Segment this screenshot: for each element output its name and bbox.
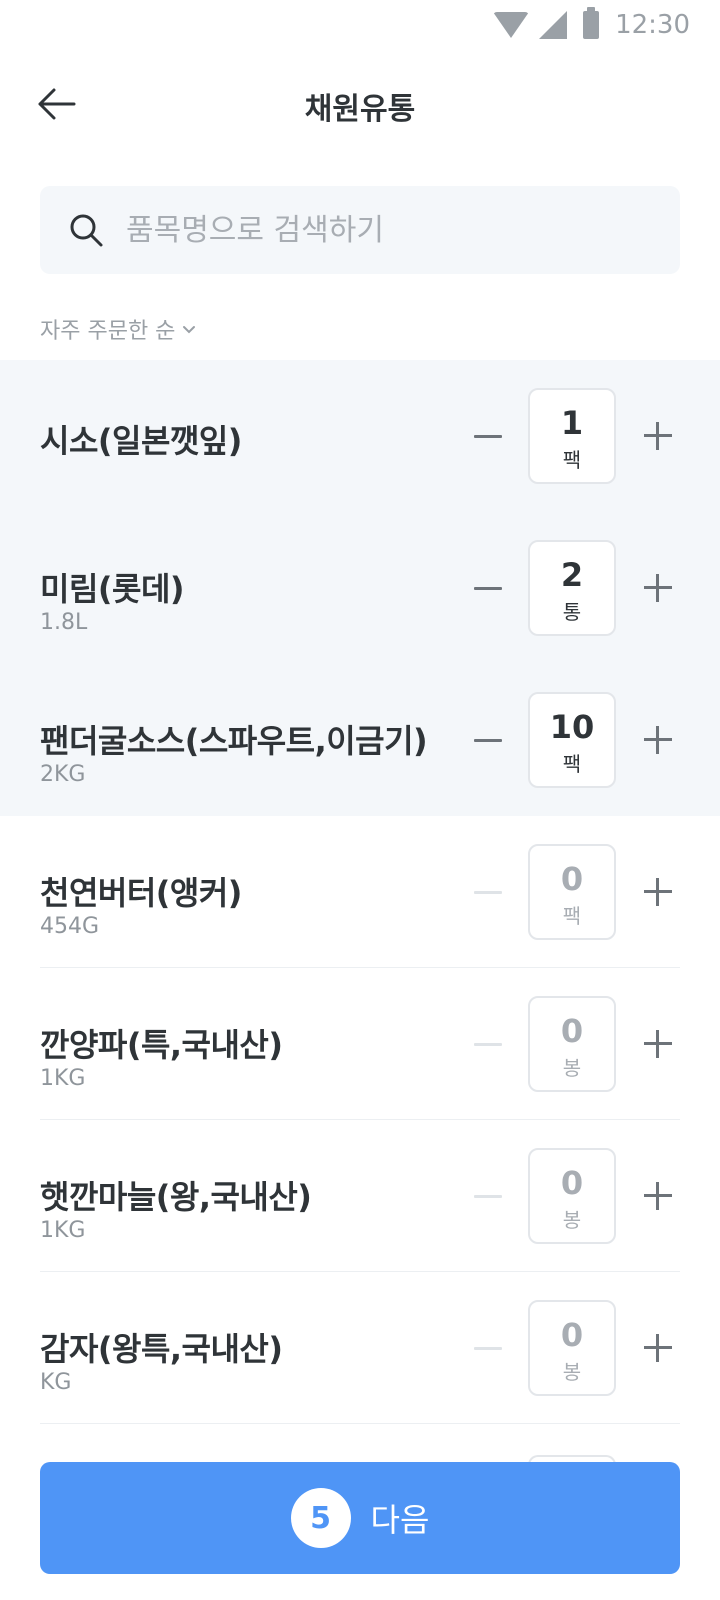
product-list: 시소(일본깻잎) 1 팩 미림(롯데) 1.8L 2 통 팬더굴소스(스파우트,… [0,360,720,1424]
selected-count-badge: 5 [290,1488,351,1548]
quantity-box[interactable]: 10 팩 [528,692,616,788]
list-item: 팬더굴소스(스파우트,이금기) 2KG 10 팩 [0,664,720,816]
list-item: 깐양파(특,국내산) 1KG 0 봉 [0,968,720,1120]
item-spec: 1KG [40,1218,86,1243]
item-spec: 1KG [40,1066,86,1091]
list-item: 미림(롯데) 1.8L 2 통 [0,512,720,664]
quantity-value: 0 [560,1012,584,1050]
item-name: 깐양파(특,국내산) [40,1026,283,1064]
increase-button[interactable] [640,1024,676,1064]
quantity-unit: 팩 [562,448,582,472]
item-name: 천연버터(앵커) [40,874,242,912]
search-icon [70,214,103,247]
list-item: 천연버터(앵커) 454G 0 팩 [0,816,720,968]
quantity-box[interactable]: 0 봉 [528,1148,616,1244]
increase-button[interactable] [640,568,676,608]
status-time: 12:30 [615,10,690,40]
quantity-box[interactable]: 2 통 [528,540,616,636]
increase-button[interactable] [640,416,676,456]
decrease-button[interactable] [470,1330,506,1366]
minus-icon [474,738,502,742]
item-spec: 454G [40,914,100,939]
increase-button[interactable] [640,1176,676,1216]
quantity-value: 1 [560,404,584,442]
item-spec: 1.8L [40,610,88,635]
status-bar: 12:30 [0,0,720,52]
decrease-button[interactable] [470,874,506,910]
quantity-unit: 봉 [562,1360,582,1384]
quantity-value: 2 [560,556,584,594]
quantity-value: 0 [560,1164,584,1202]
minus-icon [474,1042,502,1046]
increase-button[interactable] [640,720,676,760]
quantity-box[interactable]: 0 팩 [528,844,616,940]
quantity-unit: 통 [562,600,582,624]
item-name: 시소(일본깻잎) [40,422,242,460]
decrease-button[interactable] [470,1026,506,1062]
quantity-unit: 봉 [562,1208,582,1232]
next-button[interactable]: 5 다음 [40,1462,680,1574]
quantity-unit: 팩 [562,752,582,776]
chevron-down-icon [183,326,196,334]
quantity-unit: 봉 [562,1056,582,1080]
list-item: 시소(일본깻잎) 1 팩 [0,360,720,512]
item-name: 감자(왕특,국내산) [40,1330,283,1368]
header: 채원유통 [0,60,720,146]
minus-icon [474,586,502,590]
sort-dropdown[interactable]: 자주 주문한 순 [40,313,197,345]
increase-button[interactable] [640,1328,676,1368]
page-title: 채원유통 [304,92,416,127]
item-name: 팬더굴소스(스파우트,이금기) [40,722,428,760]
decrease-button[interactable] [470,570,506,606]
battery-icon [583,7,600,39]
quantity-value: 0 [560,1316,584,1354]
item-spec: 2KG [40,762,86,787]
search-bar[interactable] [40,186,680,274]
item-name: 햇깐마늘(왕,국내산) [40,1178,312,1216]
sort-label: 자주 주문한 순 [40,319,176,344]
minus-icon [474,1346,502,1350]
wifi-icon [493,12,530,38]
item-name: 미림(롯데) [40,570,185,608]
quantity-value: 0 [560,860,584,898]
quantity-box[interactable]: 0 봉 [528,996,616,1092]
quantity-box[interactable]: 1 팩 [528,388,616,484]
minus-icon [474,890,502,894]
minus-icon [474,434,502,438]
list-item: 감자(왕특,국내산) KG 0 봉 [0,1272,720,1424]
list-item: 햇깐마늘(왕,국내산) 1KG 0 봉 [0,1120,720,1272]
increase-button[interactable] [640,872,676,912]
quantity-box[interactable]: 0 봉 [528,1300,616,1396]
item-spec: KG [40,1370,72,1395]
decrease-button[interactable] [470,418,506,454]
quantity-value: 10 [549,708,595,746]
search-input[interactable] [126,212,646,248]
divider [40,1423,680,1424]
quantity-unit: 팩 [562,904,582,928]
minus-icon [474,1194,502,1198]
decrease-button[interactable] [470,1178,506,1214]
signal-icon [539,11,568,39]
next-button-label: 다음 [370,1501,430,1539]
decrease-button[interactable] [470,722,506,758]
